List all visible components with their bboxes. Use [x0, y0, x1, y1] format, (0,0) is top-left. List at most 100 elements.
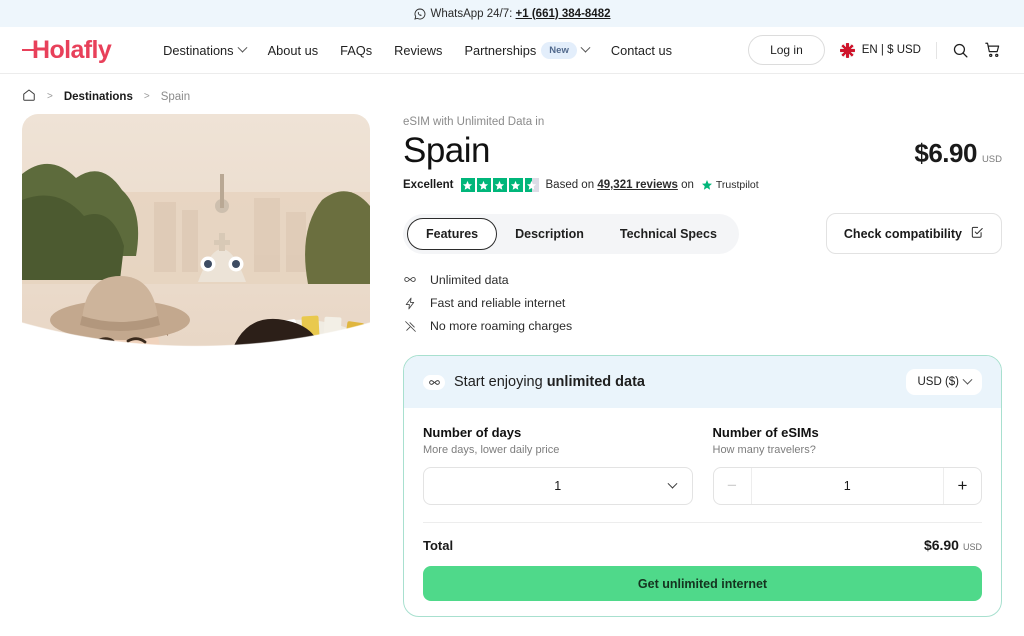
- esims-field: Number of eSIMs How many travelers? − 1 …: [712, 425, 982, 505]
- days-value: 1: [554, 479, 562, 493]
- nav-item-partnerships[interactable]: Partnerships New: [464, 41, 591, 59]
- esims-increment-button[interactable]: +: [943, 468, 981, 504]
- page-title: Spain: [403, 131, 491, 170]
- feature-no-roaming: No more roaming charges: [403, 319, 1002, 333]
- main-navigation: Destinations About us FAQs Reviews Partn…: [163, 41, 672, 59]
- locale-label: EN | $ USD: [861, 44, 921, 56]
- star-icon: [460, 178, 475, 192]
- purchase-card-title: Start enjoying unlimited data: [454, 374, 645, 390]
- days-label: Number of days: [423, 425, 522, 440]
- nav-label: Reviews: [394, 42, 443, 58]
- whatsapp-phone-link[interactable]: +1 (661) 384-8482: [516, 8, 611, 20]
- feature-label: No more roaming charges: [430, 319, 573, 333]
- nav-item-contact-us[interactable]: Contact us: [611, 43, 672, 58]
- get-unlimited-internet-button[interactable]: Get unlimited internet: [423, 566, 982, 601]
- rating-prefix: Based on: [545, 179, 595, 191]
- esims-sublabel: How many travelers?: [712, 444, 816, 456]
- trustpilot-rating: Excellent Based on 49,321 reviews on Tru…: [403, 178, 1002, 192]
- tab-description[interactable]: Description: [497, 219, 602, 249]
- price-amount: $6.90: [914, 138, 977, 168]
- nav-item-faqs[interactable]: FAQs: [340, 43, 372, 58]
- total-label: Total: [423, 538, 454, 553]
- tab-features[interactable]: Features: [407, 217, 498, 250]
- feature-list: Unlimited data Fast and reliable interne…: [403, 272, 1002, 333]
- esims-decrement-button[interactable]: −: [714, 468, 752, 504]
- esims-stepper: − 1 +: [712, 467, 982, 505]
- review-count[interactable]: 49,321 reviews: [597, 179, 678, 191]
- rating-middle: on: [681, 179, 694, 191]
- check-compatibility-label: Check compatibility: [843, 226, 962, 241]
- nav-label: Contact us: [610, 42, 673, 58]
- trustpilot-star-icon: [701, 180, 712, 190]
- rating-word: Excellent: [403, 179, 454, 191]
- holafly-logo[interactable]: Holafly: [21, 36, 112, 65]
- total-currency: USD: [962, 542, 982, 552]
- uk-flag-icon: [839, 42, 855, 58]
- login-button[interactable]: Log in: [748, 35, 825, 65]
- star-icon: [508, 178, 523, 192]
- esims-label: Number of eSIMs: [712, 425, 819, 440]
- breadcrumb-item-spain: Spain: [160, 90, 191, 103]
- purchase-card: Start enjoying unlimited data USD ($) Nu…: [403, 355, 1002, 617]
- checklist-document-icon: [970, 225, 984, 242]
- product-hero-image: [22, 114, 370, 529]
- product-tabs: Features Description Technical Specs: [403, 213, 739, 254]
- no-roaming-icon: [403, 320, 417, 333]
- locale-selector[interactable]: EN | $ USD: [839, 42, 921, 58]
- feature-unlimited-data: Unlimited data: [403, 272, 1002, 287]
- feature-label: Unlimited data: [430, 272, 509, 287]
- chevron-down-icon: [667, 478, 677, 489]
- days-field: Number of days More days, lower daily pr…: [423, 425, 693, 505]
- days-sublabel: More days, lower daily price: [423, 444, 560, 456]
- header-actions: Log in EN | $ USD: [748, 35, 1002, 65]
- tab-technical-specs[interactable]: Technical Specs: [602, 219, 735, 249]
- announcement-bar: WhatsApp 24/7: +1 (661) 384-8482: [0, 0, 1024, 27]
- site-header: Holafly Destinations About us FAQs Revie…: [0, 27, 1024, 74]
- rating-summary: Based on 49,321 reviews on: [546, 179, 694, 191]
- whatsapp-icon: [413, 8, 426, 20]
- nav-label: Destinations: [163, 42, 234, 58]
- chevron-down-icon: [580, 42, 591, 53]
- breadcrumb-separator: >: [47, 91, 53, 102]
- announcement-text: WhatsApp 24/7:: [430, 7, 513, 20]
- hero-illustration: [22, 114, 370, 529]
- purchase-card-header: Start enjoying unlimited data USD ($): [404, 356, 1001, 408]
- feature-label: Fast and reliable internet: [430, 296, 566, 310]
- product-details: eSIM with Unlimited Data in Spain $6.90 …: [370, 114, 1002, 617]
- cart-icon[interactable]: [984, 41, 1002, 59]
- days-select[interactable]: 1: [423, 467, 693, 505]
- main-content: eSIM with Unlimited Data in Spain $6.90 …: [0, 105, 1024, 617]
- currency-select[interactable]: USD ($): [906, 369, 982, 395]
- price-currency: USD: [981, 154, 1002, 165]
- home-icon[interactable]: [22, 88, 36, 105]
- header-divider: [936, 41, 937, 59]
- trustpilot-label: Trustpilot: [715, 179, 759, 191]
- nav-item-reviews[interactable]: Reviews: [394, 43, 442, 58]
- star-icon: [492, 178, 507, 192]
- lightning-bolt-icon: [403, 297, 417, 310]
- nav-label: FAQs: [340, 42, 373, 58]
- product-price: $6.90 USD: [914, 128, 1002, 169]
- feature-fast-internet: Fast and reliable internet: [403, 296, 1002, 310]
- chevron-down-icon: [237, 42, 248, 53]
- trustpilot-brand: Trustpilot: [701, 179, 759, 191]
- nav-label: Partnerships: [464, 42, 537, 58]
- currency-value: USD ($): [917, 376, 959, 388]
- purchase-fields: Number of days More days, lower daily pr…: [423, 425, 982, 505]
- total-price: $6.90: [923, 537, 959, 553]
- title-price-row: Spain $6.90 USD: [403, 128, 1002, 171]
- total-price-group: $6.90 USD: [924, 537, 982, 553]
- check-compatibility-button[interactable]: Check compatibility: [825, 213, 1002, 254]
- star-icon: [476, 178, 491, 192]
- chevron-down-icon: [962, 374, 973, 385]
- star-half-icon: [524, 178, 539, 192]
- breadcrumb-item-destinations[interactable]: Destinations: [64, 91, 133, 103]
- nav-item-about-us[interactable]: About us: [268, 43, 319, 58]
- breadcrumb: > Destinations > Spain: [0, 74, 1024, 105]
- tabs-row: Features Description Technical Specs Che…: [403, 213, 1002, 254]
- nav-item-destinations[interactable]: Destinations: [163, 42, 248, 58]
- esims-value: 1: [843, 479, 851, 493]
- search-icon[interactable]: [952, 42, 969, 59]
- infinity-icon: [403, 272, 417, 287]
- new-badge: New: [541, 41, 577, 59]
